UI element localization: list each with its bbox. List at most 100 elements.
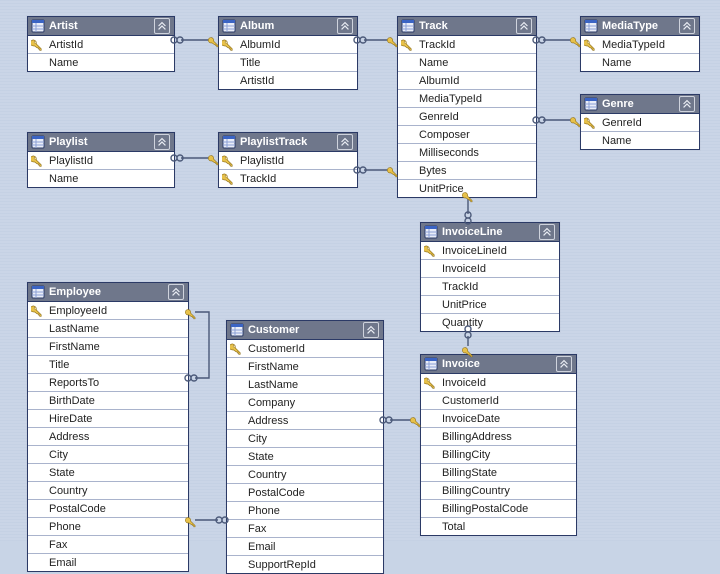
- column-genreid[interactable]: GenreId: [398, 107, 536, 125]
- column-address[interactable]: Address: [227, 411, 383, 429]
- table-header[interactable]: Track: [398, 17, 536, 36]
- table-playlisttrack[interactable]: PlaylistTrackPlaylistIdTrackId: [218, 132, 358, 188]
- table-header[interactable]: Employee: [28, 283, 188, 302]
- column-country[interactable]: Country: [227, 465, 383, 483]
- column-fax[interactable]: Fax: [227, 519, 383, 537]
- column-name[interactable]: Name: [28, 53, 174, 71]
- table-header[interactable]: InvoiceLine: [421, 223, 559, 242]
- collapse-icon[interactable]: [363, 322, 379, 338]
- collapse-icon[interactable]: [516, 18, 532, 34]
- column-state[interactable]: State: [28, 463, 188, 481]
- collapse-icon[interactable]: [154, 18, 170, 34]
- column-name: SupportRepId: [248, 559, 316, 571]
- column-trackid[interactable]: TrackId: [219, 169, 357, 187]
- table-header[interactable]: Artist: [28, 17, 174, 36]
- column-billingaddress[interactable]: BillingAddress: [421, 427, 576, 445]
- column-invoicelineid[interactable]: InvoiceLineId: [421, 242, 559, 259]
- table-customer[interactable]: CustomerCustomerIdFirstNameLastNameCompa…: [226, 320, 384, 574]
- column-mediatypeid[interactable]: MediaTypeId: [581, 36, 699, 53]
- column-hiredate[interactable]: HireDate: [28, 409, 188, 427]
- table-artist[interactable]: ArtistArtistIdName: [27, 16, 175, 72]
- column-unitprice[interactable]: UnitPrice: [421, 295, 559, 313]
- column-bytes[interactable]: Bytes: [398, 161, 536, 179]
- collapse-icon[interactable]: [337, 18, 353, 34]
- column-name[interactable]: Name: [581, 131, 699, 149]
- column-country[interactable]: Country: [28, 481, 188, 499]
- column-lastname[interactable]: LastName: [227, 375, 383, 393]
- column-invoiceid[interactable]: InvoiceId: [421, 259, 559, 277]
- column-total[interactable]: Total: [421, 517, 576, 535]
- table-header[interactable]: Invoice: [421, 355, 576, 374]
- collapse-icon[interactable]: [539, 224, 555, 240]
- column-trackid[interactable]: TrackId: [421, 277, 559, 295]
- column-phone[interactable]: Phone: [227, 501, 383, 519]
- column-city[interactable]: City: [227, 429, 383, 447]
- column-birthdate[interactable]: BirthDate: [28, 391, 188, 409]
- column-city[interactable]: City: [28, 445, 188, 463]
- column-customerid[interactable]: CustomerId: [421, 391, 576, 409]
- table-genre[interactable]: GenreGenreIdName: [580, 94, 700, 150]
- column-invoiceid[interactable]: InvoiceId: [421, 374, 576, 391]
- column-billingstate[interactable]: BillingState: [421, 463, 576, 481]
- collapse-icon[interactable]: [679, 18, 695, 34]
- column-company[interactable]: Company: [227, 393, 383, 411]
- column-supportrepid[interactable]: SupportRepId: [227, 555, 383, 573]
- column-invoicedate[interactable]: InvoiceDate: [421, 409, 576, 427]
- table-header[interactable]: Playlist: [28, 133, 174, 152]
- column-name[interactable]: Name: [28, 169, 174, 187]
- table-title: InvoiceLine: [442, 226, 535, 238]
- column-title[interactable]: Title: [219, 53, 357, 71]
- column-phone[interactable]: Phone: [28, 517, 188, 535]
- column-title[interactable]: Title: [28, 355, 188, 373]
- column-trackid[interactable]: TrackId: [398, 36, 536, 53]
- column-milliseconds[interactable]: Milliseconds: [398, 143, 536, 161]
- table-header[interactable]: PlaylistTrack: [219, 133, 357, 152]
- column-address[interactable]: Address: [28, 427, 188, 445]
- column-billingcountry[interactable]: BillingCountry: [421, 481, 576, 499]
- column-playlistid[interactable]: PlaylistId: [219, 152, 357, 169]
- collapse-icon[interactable]: [168, 284, 184, 300]
- column-email[interactable]: Email: [28, 553, 188, 571]
- column-genreid[interactable]: GenreId: [581, 114, 699, 131]
- column-billingpostalcode[interactable]: BillingPostalCode: [421, 499, 576, 517]
- column-postalcode[interactable]: PostalCode: [28, 499, 188, 517]
- table-employee[interactable]: EmployeeEmployeeIdLastNameFirstNameTitle…: [27, 282, 189, 572]
- column-lastname[interactable]: LastName: [28, 319, 188, 337]
- column-name[interactable]: Name: [581, 53, 699, 71]
- column-fax[interactable]: Fax: [28, 535, 188, 553]
- column-unitprice[interactable]: UnitPrice: [398, 179, 536, 197]
- table-album[interactable]: AlbumAlbumIdTitleArtistId: [218, 16, 358, 90]
- column-firstname[interactable]: FirstName: [227, 357, 383, 375]
- table-header[interactable]: Album: [219, 17, 357, 36]
- column-playlistid[interactable]: PlaylistId: [28, 152, 174, 169]
- collapse-icon[interactable]: [154, 134, 170, 150]
- column-mediatypeid[interactable]: MediaTypeId: [398, 89, 536, 107]
- column-billingcity[interactable]: BillingCity: [421, 445, 576, 463]
- table-header[interactable]: Genre: [581, 95, 699, 114]
- column-albumid[interactable]: AlbumId: [219, 36, 357, 53]
- column-artistid[interactable]: ArtistId: [28, 36, 174, 53]
- column-composer[interactable]: Composer: [398, 125, 536, 143]
- table-invoice[interactable]: InvoiceInvoiceIdCustomerIdInvoiceDateBil…: [420, 354, 577, 536]
- column-name: InvoiceLineId: [442, 245, 507, 257]
- table-invoiceline[interactable]: InvoiceLine InvoiceLineId InvoiceIdTrackId…: [420, 222, 560, 332]
- column-email[interactable]: Email: [227, 537, 383, 555]
- table-playlist[interactable]: PlaylistPlaylistIdName: [27, 132, 175, 188]
- table-track[interactable]: TrackTrackIdNameAlbumIdMediaTypeIdGenreI…: [397, 16, 537, 198]
- column-firstname[interactable]: FirstName: [28, 337, 188, 355]
- column-name[interactable]: Name: [398, 53, 536, 71]
- column-state[interactable]: State: [227, 447, 383, 465]
- column-albumid[interactable]: AlbumId: [398, 71, 536, 89]
- collapse-icon[interactable]: [556, 356, 572, 372]
- collapse-icon[interactable]: [679, 96, 695, 112]
- column-postalcode[interactable]: PostalCode: [227, 483, 383, 501]
- column-quantity[interactable]: Quantity: [421, 313, 559, 331]
- column-artistid[interactable]: ArtistId: [219, 71, 357, 89]
- table-header[interactable]: MediaType: [581, 17, 699, 36]
- collapse-icon[interactable]: [337, 134, 353, 150]
- column-customerid[interactable]: CustomerId: [227, 340, 383, 357]
- table-header[interactable]: Customer: [227, 321, 383, 340]
- column-employeeid[interactable]: EmployeeId: [28, 302, 188, 319]
- table-mediatype[interactable]: MediaTypeMediaTypeIdName: [580, 16, 700, 72]
- column-reportsto[interactable]: ReportsTo: [28, 373, 188, 391]
